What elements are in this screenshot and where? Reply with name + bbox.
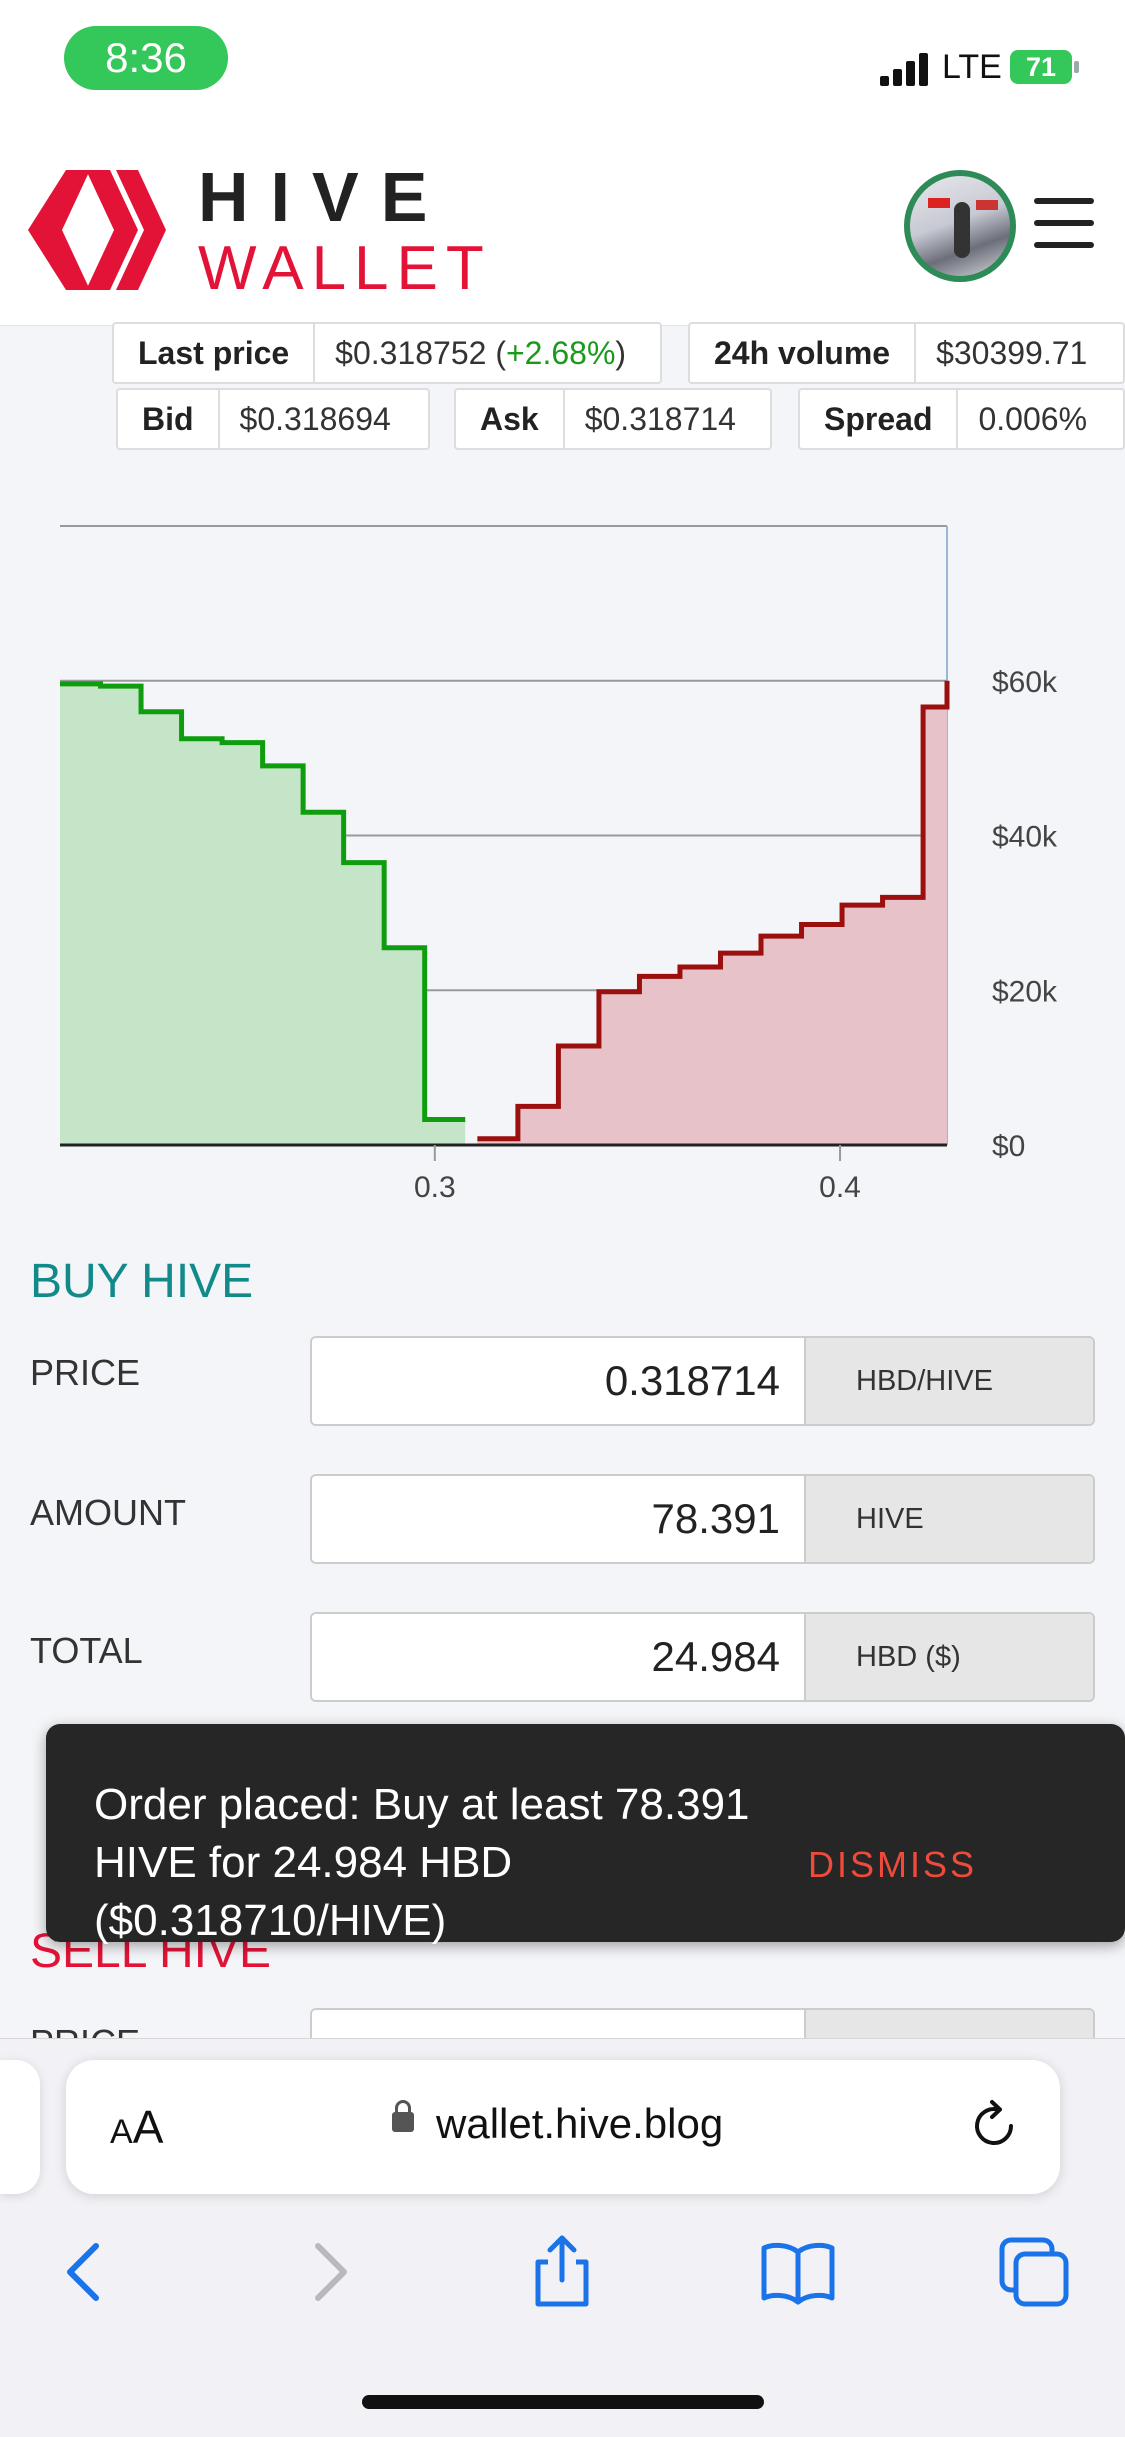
logo-text-wallet[interactable]: WALLET <box>198 238 492 300</box>
buy-price-label: PRICE <box>30 1352 141 1393</box>
home-indicator[interactable] <box>362 2395 764 2409</box>
buy-hive-title: BUY HIVE <box>30 1255 254 1308</box>
spread-value: 0.006% <box>978 400 1088 437</box>
bid-box: Bid $0.318694 <box>116 388 430 450</box>
battery-icon: 71 <box>1010 50 1072 84</box>
clock-pill: 8:36 <box>64 26 228 90</box>
buy-amount-input[interactable]: 78.391 <box>312 1476 806 1562</box>
forward-icon[interactable] <box>288 2232 368 2312</box>
buy-amount-label: AMOUNT <box>30 1492 186 1533</box>
y-tick-label: $0 <box>992 1130 1025 1163</box>
spread-box: Spread 0.006% <box>798 388 1125 450</box>
avatar-detail <box>928 198 950 208</box>
y-tick-label: $20k <box>992 975 1058 1008</box>
tabs-icon[interactable] <box>994 2232 1074 2312</box>
volume-label: 24h volume <box>690 324 917 382</box>
avatar-figure <box>954 202 970 258</box>
battery-tip <box>1074 61 1079 73</box>
previous-tab-edge[interactable] <box>0 2060 40 2194</box>
bookmarks-icon[interactable] <box>758 2232 838 2312</box>
buy-price-unit: HBD/HIVE <box>806 1338 1093 1424</box>
app-header: HIVE WALLET <box>0 130 1125 326</box>
bid-value: $0.318694 <box>239 400 391 437</box>
lock-icon <box>392 2100 414 2132</box>
order-toast: Order placed: Buy at least 78.391 HIVE f… <box>46 1724 1125 1945</box>
reload-icon[interactable] <box>964 2096 1024 2156</box>
price-change: +2.68% <box>505 334 616 371</box>
buy-total-label: TOTAL <box>30 1630 143 1671</box>
bid-label: Bid <box>118 390 220 448</box>
avatar-detail <box>976 200 998 210</box>
volume-box: 24h volume $30399.71 <box>688 322 1125 384</box>
toast-message: Order placed: Buy at least 78.391 HIVE f… <box>94 1780 750 1945</box>
battery-level: 71 <box>1025 52 1057 82</box>
volume-value: $30399.71 <box>936 334 1088 371</box>
network-type: LTE <box>942 48 1002 86</box>
buy-price-field: 0.318714 HBD/HIVE <box>310 1336 1095 1426</box>
share-icon[interactable] <box>522 2232 602 2312</box>
last-price-box: Last price $0.318752 (+2.68%) <box>112 322 662 384</box>
ask-value: $0.318714 <box>584 400 736 437</box>
logo-text-hive[interactable]: HIVE <box>198 162 449 232</box>
hamburger-menu-icon[interactable] <box>1034 198 1094 248</box>
x-tick-label: 0.4 <box>819 1171 861 1204</box>
back-icon[interactable] <box>46 2232 126 2312</box>
status-bar: 8:36 LTE 71 <box>0 0 1125 130</box>
ask-label: Ask <box>456 390 565 448</box>
y-tick-label: $40k <box>992 821 1058 854</box>
user-avatar[interactable] <box>904 170 1016 282</box>
dismiss-button[interactable]: DISMISS <box>808 1844 977 1886</box>
last-price-value: $0.318752 (+2.68%) <box>335 334 627 371</box>
series-1-area <box>477 680 947 1145</box>
buy-total-field: 24.984 HBD ($) <box>310 1612 1095 1702</box>
buy-total-input[interactable]: 24.984 <box>312 1614 806 1700</box>
buy-amount-field: 78.391 HIVE <box>310 1474 1095 1564</box>
ask-box: Ask $0.318714 <box>454 388 772 450</box>
buy-total-unit: HBD ($) <box>806 1614 1093 1700</box>
y-tick-label: $60k <box>992 666 1058 699</box>
text-size-button[interactable]: AA <box>110 2100 163 2154</box>
last-price-label: Last price <box>114 324 316 382</box>
buy-amount-unit: HIVE <box>806 1476 1093 1562</box>
depth-chart: 0.3 0.4 $0 $20k $40k $60k <box>60 525 1058 1204</box>
cellular-signal-icon <box>880 52 928 86</box>
hive-logo-icon[interactable] <box>28 170 168 295</box>
url-text[interactable]: wallet.hive.blog <box>436 2100 723 2148</box>
spread-label: Spread <box>800 390 959 448</box>
x-tick-label: 0.3 <box>414 1171 456 1204</box>
buy-price-input[interactable]: 0.318714 <box>312 1338 806 1424</box>
address-bar[interactable]: AA wallet.hive.blog <box>66 2060 1060 2194</box>
